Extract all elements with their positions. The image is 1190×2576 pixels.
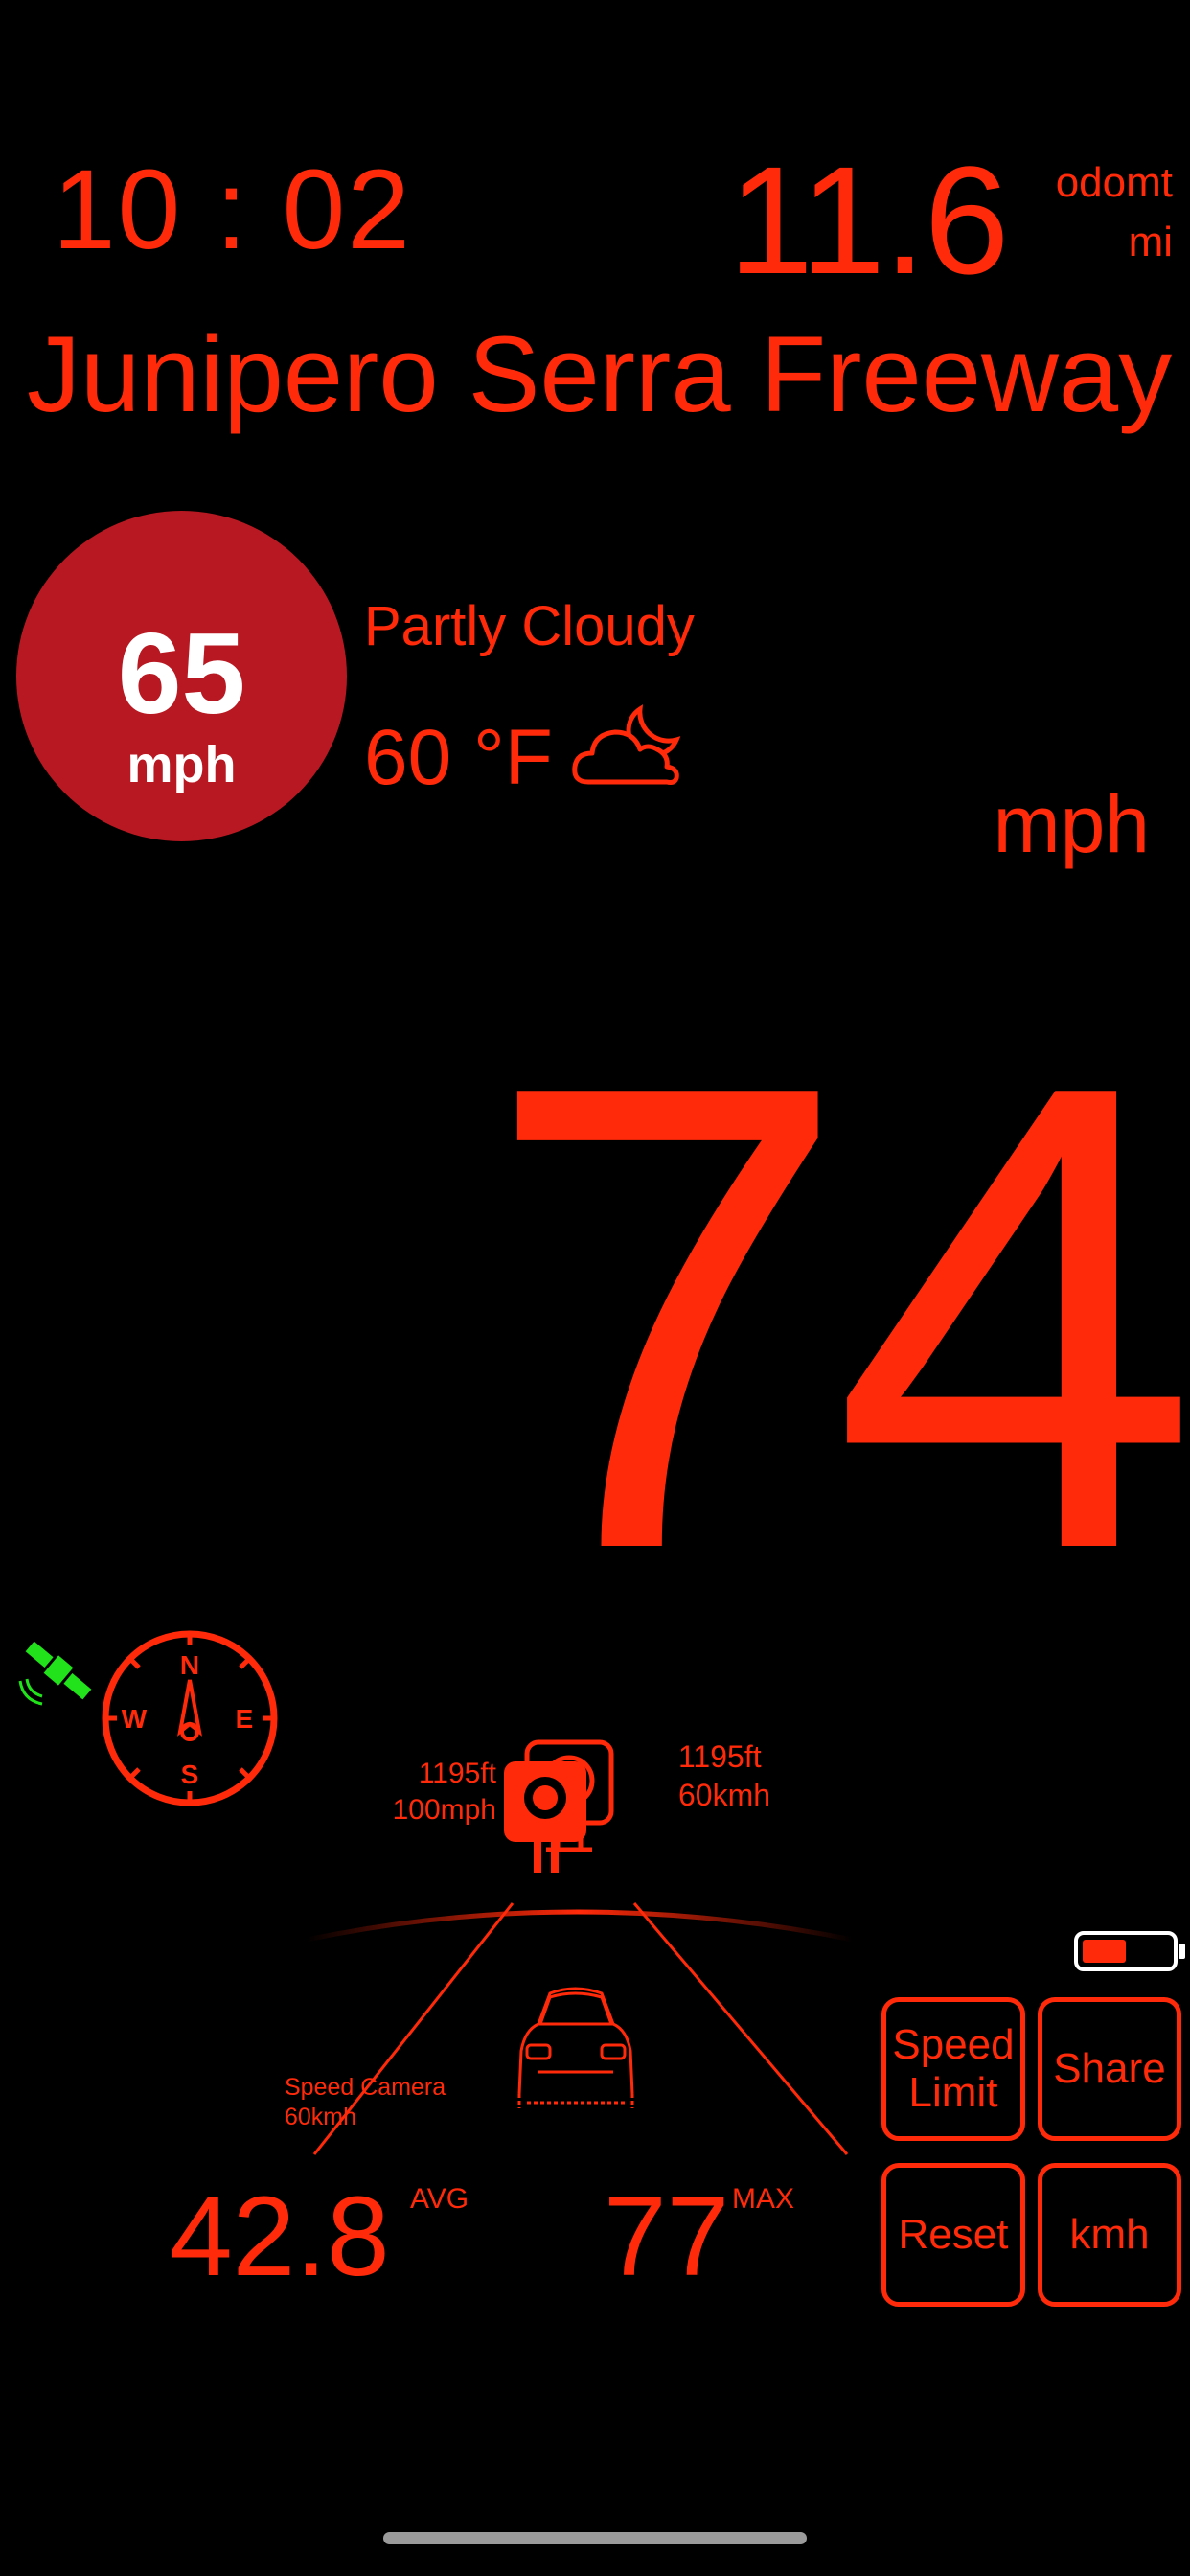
max-speed-label: MAX [732,2183,795,2215]
battery-icon [1074,1931,1185,1971]
road-edge-right [632,1902,849,2155]
camera-right-distance: 1195ft [678,1739,762,1774]
odometer-label: odomt mi [1056,153,1173,272]
odometer-value: 11.6 [728,134,1010,306]
speed-camera-info: Speed Camera 60kmh [285,2073,446,2132]
current-speed: 74 [483,948,1190,1687]
camera-right-info: 1195ft 60kmh [678,1737,770,1814]
average-speed-value: 42.8 [170,2174,390,2300]
speed-limit-value: 65 [117,610,246,738]
street-name: Junipero Serra Freeway [27,314,1173,434]
max-speed-value: 77 [604,2174,730,2300]
compass-north: N [180,1650,199,1680]
satellite-icon [18,1641,92,1706]
camera-left-limit: 100mph [392,1794,496,1826]
odometer-label-text: odomt [1055,159,1173,206]
camera-right-limit: 60kmh [678,1778,771,1812]
horizon-line [306,1909,854,1943]
camera-left-info: 1195ft 100mph [364,1756,496,1828]
compass-south: S [181,1760,199,1789]
reset-button[interactable]: Reset [881,2163,1025,2307]
speed-limit-unit: mph [126,736,237,794]
speed-limit-button[interactable]: Speed Limit [881,1997,1025,2141]
odometer-unit: mi [1128,218,1173,265]
speed-camera-icon-front [504,1761,586,1873]
camera-left-distance: 1195ft [418,1758,496,1789]
partly-cloudy-night-icon [572,704,681,785]
home-indicator[interactable] [383,2532,807,2544]
kmh-toggle-button[interactable]: kmh [1038,2163,1181,2307]
speed-limit-sign: 65 mph [16,511,347,841]
car-icon [517,1987,634,2108]
compass-west: W [122,1704,148,1734]
weather-temperature: 60 °F [364,714,553,801]
compass-east: E [236,1704,254,1734]
share-button[interactable]: Share [1038,1997,1181,2141]
compass: N S E W [102,1630,278,1806]
speed-camera-type: Speed Camera [285,2074,446,2101]
average-speed-label: AVG [410,2183,469,2215]
weather-condition: Partly Cloudy [364,595,695,657]
speed-camera-limit: 60kmh [285,2104,357,2130]
clock: 10 : 02 [53,147,412,273]
speed-unit: mph [993,779,1150,869]
